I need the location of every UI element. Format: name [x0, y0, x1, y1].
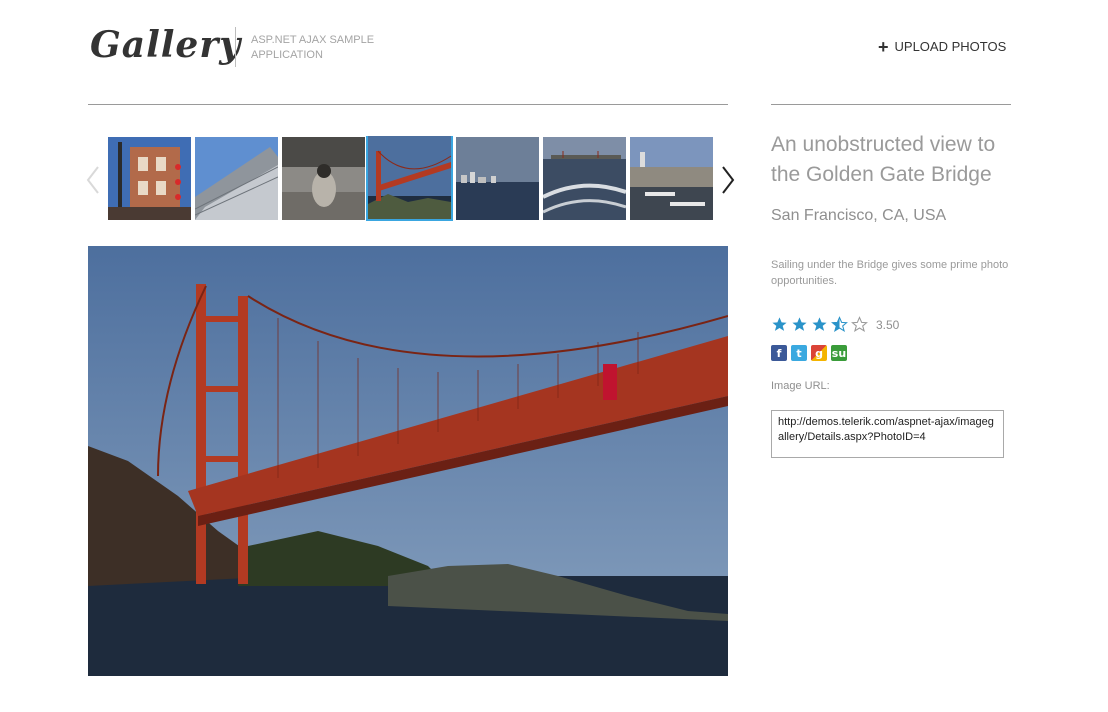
thumbnail-image	[630, 137, 713, 220]
photo-description: Sailing under the Bridge gives some prim…	[771, 259, 1009, 287]
carousel-prev-button[interactable]	[86, 165, 100, 200]
thumbnail-7[interactable]	[630, 137, 713, 220]
golden-gate-bridge-photo	[88, 246, 728, 676]
star-full-icon[interactable]	[791, 316, 808, 333]
main-photo	[88, 246, 728, 676]
thumbnail-2[interactable]	[195, 137, 278, 220]
thumbnail-6[interactable]	[543, 137, 626, 220]
right-divider	[771, 104, 1011, 105]
thumbnail-5[interactable]	[456, 137, 539, 220]
thumbnail-image	[368, 136, 451, 219]
plus-icon: +	[878, 36, 889, 57]
header-divider	[235, 27, 236, 67]
stumbleupon-icon[interactable]: su	[831, 345, 847, 361]
subtitle-line-1: ASP.NET AJAX SAMPLE	[251, 34, 375, 46]
thumbnail-image	[108, 137, 191, 220]
thumbnail-image	[282, 137, 365, 220]
app-subtitle: ASP.NET AJAX SAMPLE APPLICATION	[251, 33, 374, 63]
subtitle-line-2: APPLICATION	[251, 49, 323, 61]
thumbnail-1[interactable]	[108, 137, 191, 220]
image-url-label: Image URL:	[771, 380, 830, 392]
upload-photos-button[interactable]: + UPLOAD PHOTOS	[878, 36, 1007, 57]
left-divider	[88, 104, 728, 105]
facebook-icon[interactable]: f	[771, 345, 787, 361]
star-full-icon[interactable]	[771, 316, 788, 333]
star-half-icon[interactable]	[831, 316, 848, 333]
star-full-icon[interactable]	[811, 316, 828, 333]
carousel-next-button[interactable]	[721, 165, 735, 200]
thumbnail-4[interactable]	[366, 136, 453, 221]
thumbnail-3[interactable]	[282, 137, 365, 220]
social-share-bar: f t g su	[771, 345, 851, 361]
thumbnail-image	[456, 137, 539, 220]
star-empty-icon[interactable]	[851, 316, 868, 333]
upload-photos-label: UPLOAD PHOTOS	[894, 39, 1007, 54]
thumbnail-image	[195, 137, 278, 220]
chevron-right-icon	[722, 166, 735, 194]
image-url-field[interactable]: http://demos.telerik.com/aspnet-ajax/ima…	[771, 410, 1004, 458]
photo-location: San Francisco, CA, USA	[771, 207, 947, 224]
thumbnail-strip	[108, 136, 713, 222]
rating-widget: 3.50	[771, 316, 899, 333]
twitter-icon[interactable]: t	[791, 345, 807, 361]
chevron-left-icon	[86, 166, 99, 194]
gallery-logo[interactable]: Gallery	[90, 24, 241, 66]
thumbnail-image	[543, 137, 626, 220]
rating-value: 3.50	[876, 317, 900, 332]
photo-title: An unobstructed view to the Golden Gate …	[771, 133, 996, 186]
google-icon[interactable]: g	[811, 345, 827, 361]
